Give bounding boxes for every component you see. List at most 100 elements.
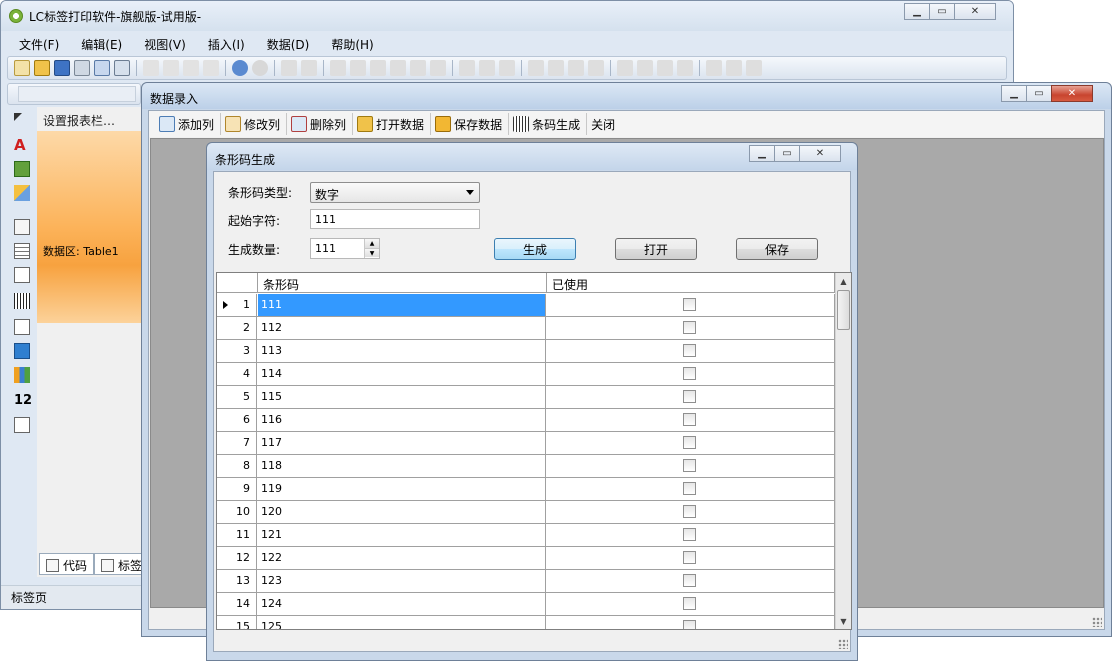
row-header[interactable]: 5 bbox=[217, 386, 257, 408]
table-row[interactable]: 9 119 bbox=[217, 478, 835, 501]
align-right-icon[interactable] bbox=[370, 60, 386, 76]
used-checkbox[interactable] bbox=[683, 436, 696, 449]
used-checkbox[interactable] bbox=[683, 367, 696, 380]
table-row[interactable]: 14 124 bbox=[217, 593, 835, 616]
barcode-cell[interactable]: 124 bbox=[258, 593, 546, 615]
hspace-remove-icon[interactable] bbox=[588, 60, 604, 76]
chart-tool-icon[interactable] bbox=[14, 367, 30, 383]
used-checkbox[interactable] bbox=[683, 574, 696, 587]
vspace-equal-icon[interactable] bbox=[617, 60, 633, 76]
serial-tool-icon[interactable] bbox=[14, 417, 30, 433]
used-checkbox[interactable] bbox=[683, 390, 696, 403]
menu-file[interactable]: 文件(F) bbox=[7, 33, 69, 55]
table-row[interactable]: 10 120 bbox=[217, 501, 835, 524]
add-column-button[interactable]: 添加列 bbox=[155, 113, 222, 135]
text-tool-icon[interactable]: A bbox=[14, 137, 30, 153]
barcode-generate-button[interactable]: 条码生成 bbox=[509, 113, 588, 135]
row-header[interactable]: 15 bbox=[217, 616, 257, 629]
column-barcode-header[interactable]: 条形码 bbox=[258, 273, 547, 293]
table-row[interactable]: 15 125 bbox=[217, 616, 835, 629]
used-checkbox[interactable] bbox=[683, 482, 696, 495]
table-row[interactable]: 2 112 bbox=[217, 317, 835, 340]
close-button[interactable]: ✕ bbox=[1051, 85, 1093, 102]
paste-icon[interactable] bbox=[183, 60, 199, 76]
hspace-increase-icon[interactable] bbox=[548, 60, 564, 76]
barcode-cell[interactable]: 119 bbox=[258, 478, 546, 500]
minimize-button[interactable]: ▁ bbox=[749, 145, 775, 162]
maximize-button[interactable]: ▭ bbox=[929, 3, 955, 20]
table-row[interactable]: 3 113 bbox=[217, 340, 835, 363]
barcode-cell[interactable]: 125 bbox=[258, 616, 546, 629]
table-row[interactable]: 1 111 bbox=[217, 294, 835, 317]
align-bottom-icon[interactable] bbox=[430, 60, 446, 76]
open-folder-icon[interactable] bbox=[34, 60, 50, 76]
scroll-thumb[interactable] bbox=[837, 290, 850, 330]
barcode-cell[interactable]: 121 bbox=[258, 524, 546, 546]
row-header[interactable]: 2 bbox=[217, 317, 257, 339]
redo-icon[interactable] bbox=[252, 60, 268, 76]
copy-icon[interactable] bbox=[163, 60, 179, 76]
row-header[interactable]: 14 bbox=[217, 593, 257, 615]
number-tool-icon[interactable]: 12 bbox=[14, 393, 32, 409]
hspace-decrease-icon[interactable] bbox=[568, 60, 584, 76]
align-center-icon[interactable] bbox=[350, 60, 366, 76]
close-button[interactable]: ✕ bbox=[954, 3, 996, 20]
save-as-icon[interactable] bbox=[74, 60, 90, 76]
same-size-icon[interactable] bbox=[499, 60, 515, 76]
align-vcenter-icon[interactable] bbox=[410, 60, 426, 76]
barcode-cell[interactable]: 111 bbox=[258, 294, 546, 316]
center-horizontal-icon[interactable] bbox=[706, 60, 722, 76]
richtext-tool-icon[interactable] bbox=[14, 319, 30, 335]
barcode-cell[interactable]: 112 bbox=[258, 317, 546, 339]
table-row[interactable]: 13 123 bbox=[217, 570, 835, 593]
row-header[interactable]: 1 bbox=[217, 294, 257, 316]
checkbox-tool-icon[interactable] bbox=[14, 343, 30, 359]
print-preview-icon[interactable] bbox=[94, 60, 110, 76]
row-header[interactable]: 9 bbox=[217, 478, 257, 500]
barcode-cell[interactable]: 117 bbox=[258, 432, 546, 454]
used-checkbox[interactable] bbox=[683, 528, 696, 541]
resize-grip-icon[interactable] bbox=[838, 639, 848, 649]
row-header[interactable]: 7 bbox=[217, 432, 257, 454]
used-checkbox[interactable] bbox=[683, 413, 696, 426]
table-row[interactable]: 7 117 bbox=[217, 432, 835, 455]
menu-data[interactable]: 数据(D) bbox=[255, 33, 320, 55]
row-header[interactable]: 12 bbox=[217, 547, 257, 569]
table-row[interactable]: 11 121 bbox=[217, 524, 835, 547]
used-checkbox[interactable] bbox=[683, 344, 696, 357]
count-stepper[interactable]: 111 ▲ ▼ bbox=[310, 238, 380, 259]
row-header[interactable]: 10 bbox=[217, 501, 257, 523]
used-checkbox[interactable] bbox=[683, 459, 696, 472]
barcode-tool-icon[interactable] bbox=[14, 293, 30, 309]
table-row[interactable]: 8 118 bbox=[217, 455, 835, 478]
menu-insert[interactable]: 插入(I) bbox=[196, 33, 255, 55]
new-file-icon[interactable] bbox=[14, 60, 30, 76]
close-button[interactable]: ✕ bbox=[799, 145, 841, 162]
save-icon[interactable] bbox=[54, 60, 70, 76]
vspace-decrease-icon[interactable] bbox=[657, 60, 673, 76]
center-vertical-icon[interactable] bbox=[726, 60, 742, 76]
barcode-cell[interactable]: 114 bbox=[258, 363, 546, 385]
image-tool-icon[interactable] bbox=[14, 161, 30, 177]
generate-button[interactable]: 生成 bbox=[494, 238, 576, 260]
vspace-increase-icon[interactable] bbox=[637, 60, 653, 76]
maximize-button[interactable]: ▭ bbox=[1026, 85, 1052, 102]
data-band[interactable]: 数据区: Table1 bbox=[37, 131, 145, 323]
barcode-cell[interactable]: 116 bbox=[258, 409, 546, 431]
row-header[interactable]: 11 bbox=[217, 524, 257, 546]
used-checkbox[interactable] bbox=[683, 505, 696, 518]
same-height-icon[interactable] bbox=[479, 60, 495, 76]
menu-edit[interactable]: 编辑(E) bbox=[69, 33, 132, 55]
hspace-equal-icon[interactable] bbox=[528, 60, 544, 76]
scroll-up-icon[interactable]: ▲ bbox=[836, 273, 851, 289]
vspace-remove-icon[interactable] bbox=[677, 60, 693, 76]
tab-code[interactable]: 代码 bbox=[39, 553, 95, 575]
start-char-input[interactable]: 111 bbox=[310, 209, 480, 229]
scroll-down-icon[interactable]: ▼ bbox=[836, 613, 851, 629]
table-row[interactable]: 12 122 bbox=[217, 547, 835, 570]
table-row[interactable]: 5 115 bbox=[217, 386, 835, 409]
used-checkbox[interactable] bbox=[683, 321, 696, 334]
table-row[interactable]: 6 116 bbox=[217, 409, 835, 432]
undo-icon[interactable] bbox=[232, 60, 248, 76]
resize-grip-icon[interactable] bbox=[1092, 617, 1102, 627]
